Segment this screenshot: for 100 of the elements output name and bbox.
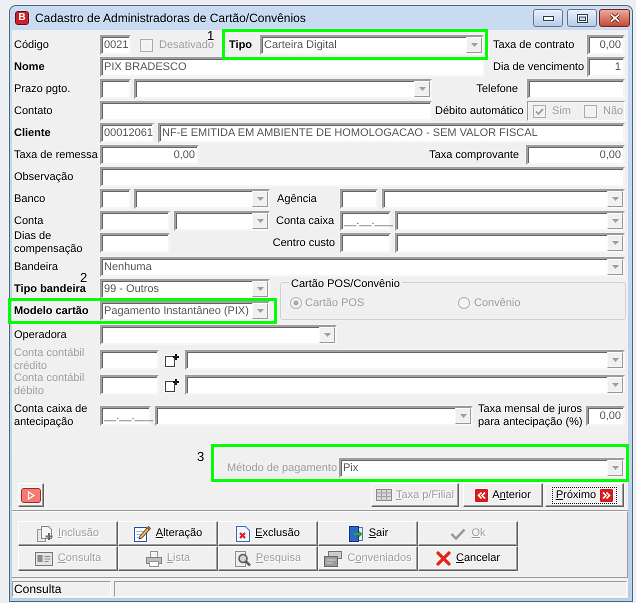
dropdown[interactable]: [134, 189, 270, 209]
field-label: Conta caixa: [276, 214, 335, 228]
field-label: Bandeira: [14, 260, 60, 274]
documents-plus-icon: [37, 526, 53, 542]
field-label: Modelo cartão: [14, 304, 90, 318]
text-field[interactable]: 0,00: [587, 35, 625, 55]
caret-icon: [460, 414, 466, 418]
dropdown[interactable]: [395, 211, 625, 231]
dropdown[interactable]: Carteira Digital: [260, 35, 484, 55]
text-field[interactable]: [527, 79, 625, 99]
dropdown[interactable]: [185, 350, 625, 370]
maximize-icon: [576, 14, 588, 22]
cancel-button[interactable]: Cancelar: [418, 546, 518, 571]
text-field[interactable]: [100, 101, 432, 121]
field-label: Tipo: [229, 38, 254, 52]
field-label: Código: [14, 38, 50, 52]
dropdown[interactable]: 99 - Outros: [100, 279, 270, 299]
door-icon: [348, 526, 364, 542]
previous-button[interactable]: Anterior: [463, 483, 543, 507]
text-field[interactable]: 0,00: [526, 145, 625, 165]
caret-icon: [612, 383, 618, 387]
dropdown[interactable]: Nenhuma: [100, 257, 625, 277]
card-stack-icon: [324, 550, 342, 566]
field-label: Método de pagamento: [227, 462, 338, 474]
status-panel: Consulta: [12, 581, 111, 597]
dropdown[interactable]: Pagamento Instantâneo (PIX): [100, 301, 270, 321]
field-label: Contato: [14, 104, 54, 118]
edit-button[interactable]: Alteração: [118, 521, 218, 546]
text-field[interactable]: NF-E EMITIDA EM AMBIENTE DE HOMOLOGACAO - SEM VALOR FISCAL: [158, 123, 625, 143]
field-label: Nome: [14, 60, 46, 74]
caret-icon: [612, 197, 618, 201]
field-label: Banco: [14, 192, 46, 206]
text-field[interactable]: PIX BRADESCO: [100, 57, 485, 77]
field-label: Conta caixa de antecipação: [14, 403, 88, 429]
text-field[interactable]: [100, 189, 131, 209]
text-field[interactable]: [100, 79, 131, 99]
exit-button[interactable]: Sair: [318, 521, 418, 546]
text-field[interactable]: [100, 233, 170, 253]
field-label: Conta contábil débito: [14, 372, 86, 398]
field-label: Taxa mensal de juros para antecipação (%): [478, 403, 584, 429]
dropdown[interactable]: [134, 79, 432, 99]
play-button[interactable]: [18, 483, 44, 507]
double-chevron-right-icon: [600, 488, 614, 502]
text-field[interactable]: 1: [587, 57, 625, 77]
radio-label: Cartão POS: [305, 296, 366, 310]
caret-icon: [612, 219, 618, 223]
text-field[interactable]: [340, 233, 391, 253]
radio-label: Convênio: [474, 296, 520, 310]
text-field[interactable]: 0021: [100, 35, 131, 55]
text-field[interactable]: [100, 375, 159, 395]
minimize-icon: [542, 16, 554, 20]
caret-icon: [612, 265, 618, 269]
text-field[interactable]: [100, 350, 159, 370]
field-label: Taxa de remessa: [14, 148, 99, 162]
close-button[interactable]: [599, 9, 630, 27]
field-label: Débito automático: [435, 104, 525, 118]
caret-icon: [470, 43, 478, 47]
caret-icon: [256, 309, 264, 313]
dropdown[interactable]: [100, 325, 337, 345]
search-icon: [234, 550, 251, 566]
text-field[interactable]: 0,00: [100, 145, 199, 165]
dropdown[interactable]: [155, 406, 473, 426]
notepad-pencil-icon: [134, 525, 151, 542]
caret-icon: [612, 358, 618, 362]
next-button[interactable]: Próximo: [545, 483, 624, 507]
checkbox-label: Não: [603, 104, 624, 118]
close-icon: [608, 13, 620, 23]
field-label: Conta: [14, 214, 44, 228]
id-card-icon: [34, 552, 53, 566]
text-field[interactable]: __.__.___: [340, 211, 391, 231]
table-icon: [376, 489, 392, 501]
text-field[interactable]: 00012061: [100, 123, 154, 143]
text-field[interactable]: [340, 189, 378, 209]
field-label: Conta contábil crédito: [14, 347, 86, 372]
dropdown[interactable]: [382, 189, 625, 209]
maximize-button[interactable]: [567, 9, 597, 27]
caret-icon: [324, 333, 330, 337]
check-icon: [450, 528, 466, 540]
play-icon: [21, 488, 41, 502]
field-label: Taxa de contrato: [493, 38, 576, 52]
field-label: Telefone: [475, 82, 518, 96]
dropdown[interactable]: [174, 211, 270, 231]
document-plus-icon[interactable]: [165, 378, 179, 392]
text-field[interactable]: __.__.___: [100, 406, 151, 426]
window-title: Cadastro de Administradoras de Cartão/Convênios: [35, 10, 306, 26]
app-logo: B: [15, 11, 29, 25]
double-chevron-left-icon: [475, 488, 488, 502]
text-field[interactable]: [100, 167, 625, 187]
text-field[interactable]: [100, 211, 170, 231]
delete-button[interactable]: Exclusão: [218, 521, 318, 546]
caret-icon: [256, 219, 264, 223]
dropdown[interactable]: [185, 375, 625, 395]
minimize-button[interactable]: [533, 9, 563, 27]
caret-icon: [612, 466, 618, 470]
caret-icon: [612, 241, 618, 245]
callout-number: 3: [197, 449, 204, 464]
document-plus-icon[interactable]: [165, 354, 179, 366]
dropdown[interactable]: [395, 233, 625, 253]
callout-number: 2: [80, 270, 88, 285]
text-field[interactable]: 0,00: [586, 406, 625, 426]
